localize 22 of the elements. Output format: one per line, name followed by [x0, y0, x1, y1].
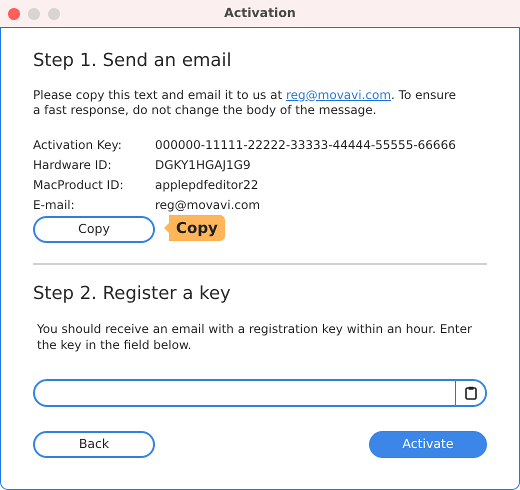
- field-label: Activation Key:: [33, 136, 123, 153]
- field-value: applepdfeditor22: [155, 176, 260, 193]
- field-value: reg@movavi.com: [155, 196, 262, 213]
- field-label: MacProduct ID:: [33, 176, 125, 193]
- instructions-text: Please copy this text and email it to us at reg@movavi.com. To ensure a fast response, do not change the body of the message.: [33, 88, 458, 119]
- window-title: Activation: [224, 4, 296, 22]
- close-button[interactable]: [8, 8, 20, 20]
- key-input-field[interactable]: [33, 379, 487, 408]
- section-heading: Step 1. Send an email: [33, 50, 232, 72]
- back-button[interactable]: Back: [33, 431, 155, 458]
- field-value: DGKY1HGAJ1G9: [155, 156, 252, 173]
- clipboard-icon: [464, 386, 476, 400]
- paste-button[interactable]: [455, 381, 485, 406]
- activate-button[interactable]: Activate: [369, 431, 487, 458]
- copy-button[interactable]: Copy: [33, 216, 155, 243]
- field-label: Hardware ID:: [33, 156, 113, 173]
- tooltip: Copy: [164, 214, 225, 241]
- field-value: 000000-11111-22222-33333-44444-55555-66666: [155, 136, 457, 153]
- section-heading: Step 2. Register a key: [33, 282, 232, 304]
- email-link[interactable]: reg@movavi.com: [286, 88, 392, 102]
- instructions-text: You should receive an email with a registration key within an hour. Enter the key in the field below.: [36, 322, 473, 354]
- field-label: E-mail:: [33, 196, 76, 213]
